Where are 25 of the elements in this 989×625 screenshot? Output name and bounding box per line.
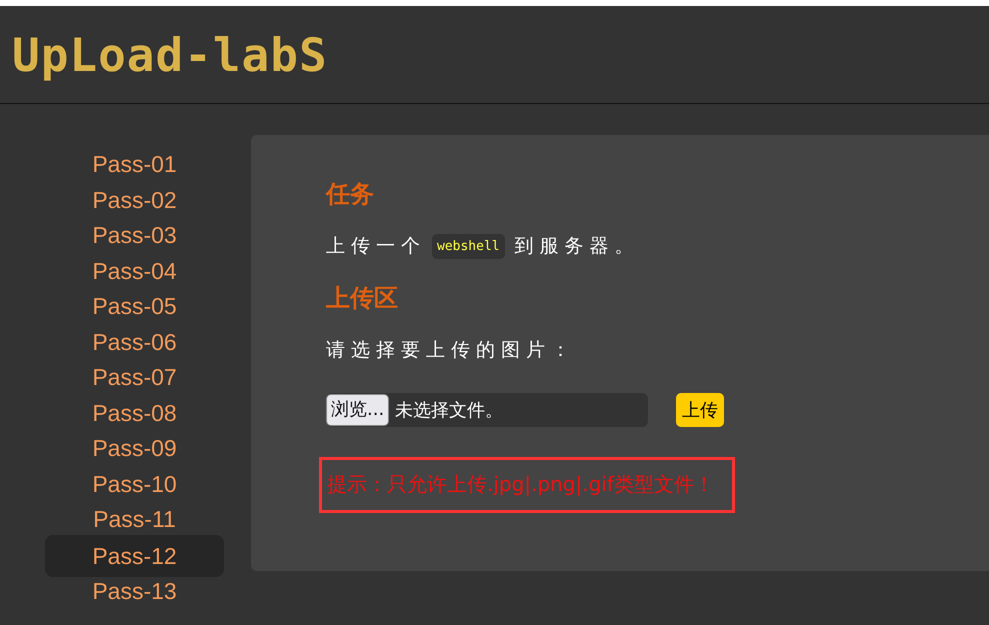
- site-logo[interactable]: UpLoad-labS: [12, 28, 328, 82]
- browse-button[interactable]: 浏览...: [326, 394, 390, 426]
- sidebar-item[interactable]: Pass-01: [45, 147, 224, 182]
- sidebar-item[interactable]: Pass-08: [45, 396, 224, 431]
- hint-message: 提示：只允许上传.jpg|.png|.gif类型文件！: [319, 457, 735, 513]
- task-text: 到服务器。: [514, 234, 640, 259]
- sidebar-item[interactable]: Pass-07: [45, 360, 224, 396]
- sidebar-item[interactable]: Pass-13: [45, 574, 224, 609]
- sidebar-item[interactable]: Pass-10: [45, 466, 224, 502]
- section-heading: 任务: [326, 179, 375, 210]
- upload-button[interactable]: 上传: [676, 393, 724, 427]
- sidebar-item[interactable]: Pass-04: [45, 254, 224, 289]
- upload-prompt: 请选择要上传的图片：: [326, 338, 577, 363]
- sidebar-item[interactable]: Pass-03: [45, 218, 224, 254]
- task-text: 上传一个: [326, 234, 426, 259]
- sidebar-item[interactable]: Pass-12: [45, 534, 224, 576]
- file-status: 未选择文件。: [395, 399, 504, 422]
- sidebar-item[interactable]: Pass-05: [45, 289, 224, 324]
- sidebar-item[interactable]: Pass-11: [45, 502, 224, 538]
- sidebar-item[interactable]: Pass-09: [45, 431, 224, 466]
- file-input[interactable]: 浏览... 未选择文件。: [326, 393, 648, 427]
- code-snippet: webshell: [432, 234, 505, 258]
- sidebar-item[interactable]: Pass-06: [45, 324, 224, 360]
- sidebar-item[interactable]: Pass-02: [45, 182, 224, 218]
- section-heading: 上传区: [326, 283, 399, 314]
